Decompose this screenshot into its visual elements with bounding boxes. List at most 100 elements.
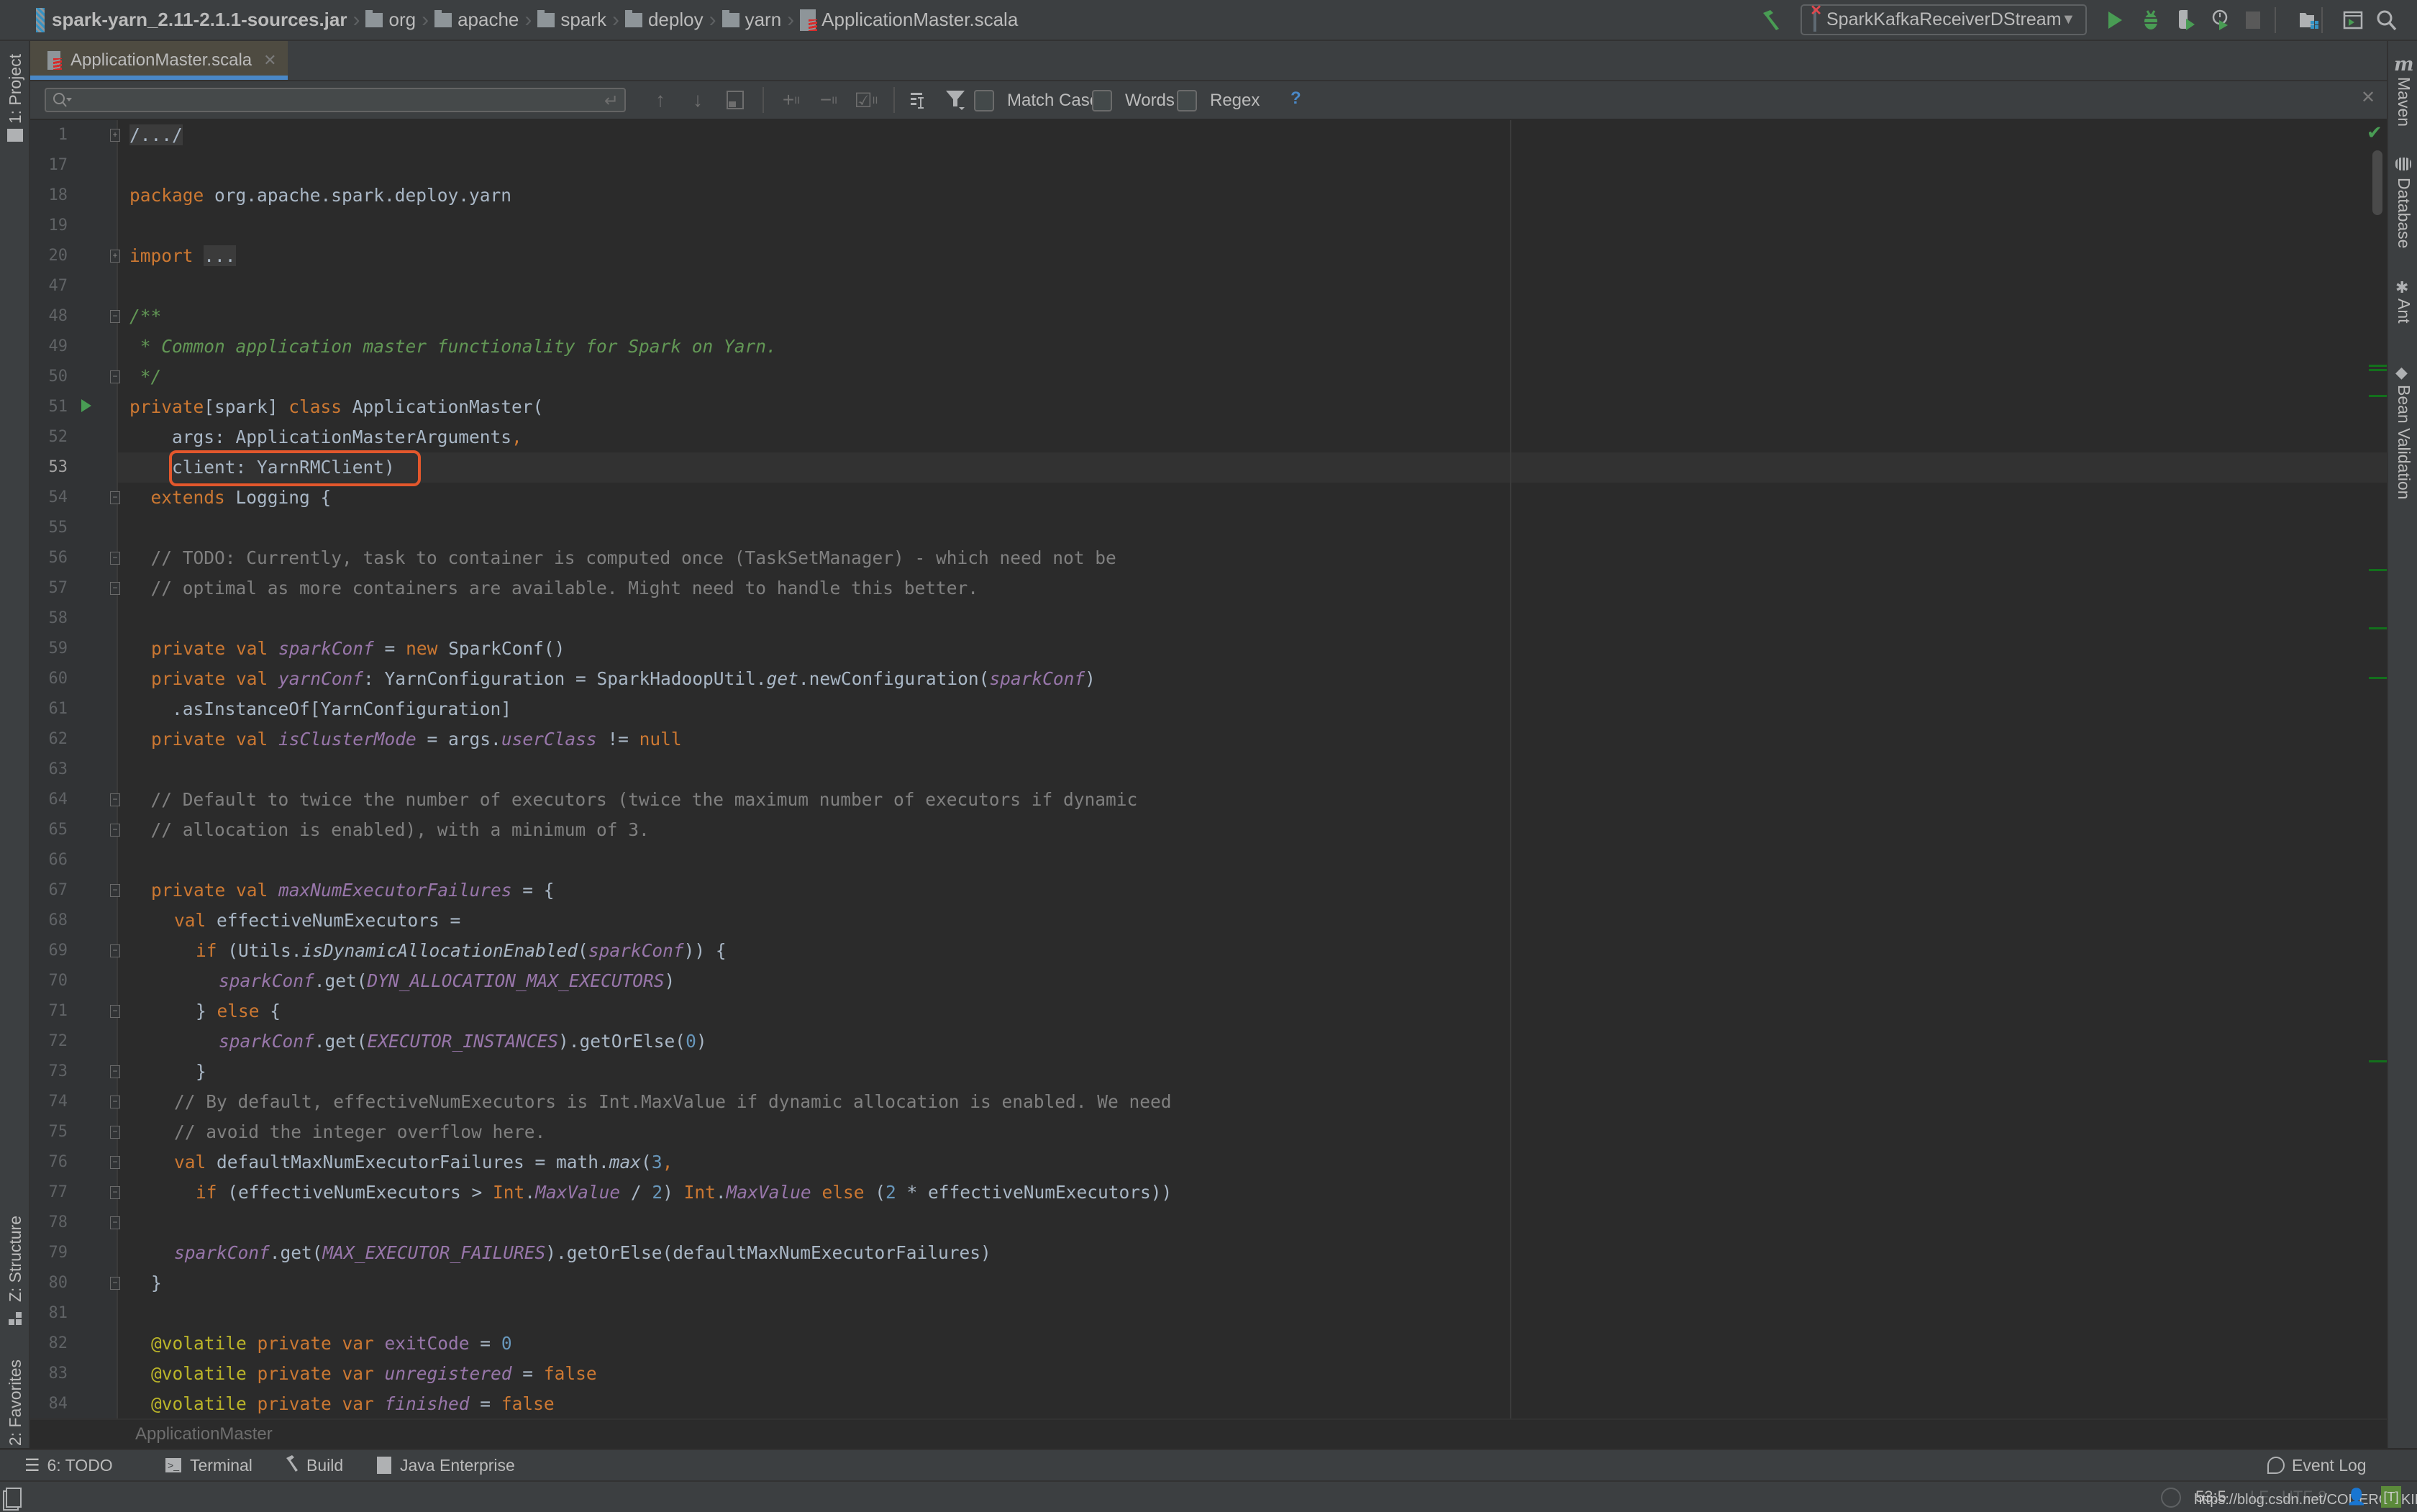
line-number[interactable]: 60 — [30, 670, 68, 688]
line-number[interactable]: 48 — [30, 307, 68, 325]
line-number[interactable]: 63 — [30, 760, 68, 778]
line-number[interactable]: 81 — [30, 1304, 68, 1322]
line-number[interactable]: 47 — [30, 277, 68, 295]
java-enterprise-tool-button[interactable]: Java Enterprise — [377, 1453, 515, 1477]
breadcrumb-apache[interactable]: apache — [434, 9, 519, 31]
fold-collapse-icon[interactable]: − — [110, 310, 120, 323]
database-tool-button[interactable]: Database — [2394, 178, 2413, 248]
tab-application-master[interactable]: ApplicationMaster.scala ✕ — [30, 41, 288, 80]
next-occurrence-icon[interactable]: ↓ — [685, 88, 711, 111]
breadcrumb-deploy[interactable]: deploy — [624, 9, 704, 31]
code-editor[interactable]: 1 17 18 19 20 47 48 49 50 51 52 53 54 55 56 57 58 59 60 61 6… — [30, 120, 2387, 1418]
run-icon[interactable] — [2100, 6, 2129, 35]
todo-tool-button[interactable]: ☰ 6: TODO — [24, 1453, 113, 1477]
line-number[interactable]: 51 — [30, 398, 68, 416]
line-number[interactable]: 78 — [30, 1213, 68, 1231]
tool-windows-toggle-icon[interactable] — [6, 1488, 22, 1508]
line-number[interactable]: 64 — [30, 791, 68, 809]
line-number[interactable]: 82 — [30, 1334, 68, 1352]
coverage-icon[interactable] — [2172, 6, 2201, 35]
change-marker[interactable] — [2369, 1060, 2387, 1062]
checkbox-box[interactable] — [1092, 90, 1112, 111]
run-configuration-select[interactable]: ✕ SparkKafkaReceiverDStream ▼ — [1801, 3, 2087, 35]
line-number[interactable]: 1 — [30, 126, 68, 144]
build-tool-button[interactable]: Build — [285, 1453, 343, 1477]
run-class-icon[interactable] — [81, 399, 92, 416]
change-marker[interactable] — [2369, 395, 2387, 397]
line-number[interactable]: 56 — [30, 549, 68, 567]
vertical-scrollbar-thumb[interactable] — [2372, 150, 2382, 215]
memory-indicator-icon[interactable] — [2161, 1488, 2181, 1508]
line-number[interactable]: 62 — [30, 730, 68, 748]
fold-collapse-icon[interactable]: − — [110, 1065, 120, 1078]
terminal-tool-button[interactable]: >_ Terminal — [165, 1453, 252, 1477]
line-number[interactable]: 84 — [30, 1395, 68, 1413]
remove-occurrence-icon[interactable]: − II — [816, 88, 842, 111]
search-history-icon[interactable] — [52, 89, 73, 115]
filter-icon[interactable] — [942, 88, 968, 111]
line-number[interactable]: 67 — [30, 881, 68, 899]
line-number[interactable]: 61 — [30, 700, 68, 718]
line-number[interactable]: 72 — [30, 1032, 68, 1050]
profile-icon[interactable] — [2207, 6, 2236, 35]
line-number[interactable]: 65 — [30, 821, 68, 839]
line-number[interactable]: 66 — [30, 851, 68, 869]
fold-collapse-icon[interactable]: − — [110, 1277, 120, 1290]
breadcrumb-jar[interactable]: spark-yarn_2.11-2.1.1-sources.jar — [36, 7, 347, 32]
debug-icon[interactable] — [2136, 6, 2165, 35]
close-find-bar-icon[interactable]: ✕ — [2361, 87, 2375, 108]
line-number[interactable]: 80 — [30, 1274, 68, 1292]
fold-collapse-icon[interactable]: − — [110, 1005, 120, 1018]
breadcrumb-file[interactable]: ApplicationMaster.scala — [800, 9, 1018, 31]
line-number[interactable]: 18 — [30, 186, 68, 204]
new-line-icon[interactable]: ↵ — [604, 91, 619, 111]
fold-expand-icon[interactable]: + — [110, 250, 120, 263]
fold-collapse-icon[interactable]: − — [110, 552, 120, 565]
fold-collapse-icon[interactable]: − — [110, 1156, 120, 1169]
line-number[interactable]: 58 — [30, 609, 68, 627]
bean-validation-tool-button[interactable]: Bean Validation — [2394, 385, 2413, 499]
line-number[interactable]: 53 — [30, 458, 68, 476]
regex-checkbox[interactable]: Regex — [1177, 90, 1260, 111]
structure-breadcrumb[interactable]: ApplicationMaster — [135, 1424, 273, 1444]
search-input[interactable] — [78, 91, 584, 111]
regex-help-icon[interactable]: ? — [1291, 88, 1301, 109]
fold-collapse-icon[interactable]: − — [110, 1216, 120, 1229]
line-number[interactable]: 50 — [30, 368, 68, 386]
analysis-ok-checkmark-icon[interactable]: ✔ — [2367, 122, 2382, 144]
fold-collapse-icon[interactable]: − — [110, 1126, 120, 1139]
fold-expand-icon[interactable]: + — [110, 129, 120, 142]
fold-collapse-icon[interactable]: − — [110, 491, 120, 504]
line-number[interactable]: 69 — [30, 942, 68, 960]
project-tool-button[interactable]: 1: Project — [6, 54, 25, 124]
stop-icon[interactable] — [2239, 6, 2267, 35]
folded-header-comment[interactable]: /.../ — [129, 124, 183, 145]
breadcrumb-org[interactable]: org — [365, 9, 416, 31]
fold-collapse-icon[interactable]: − — [110, 824, 120, 837]
line-number[interactable]: 49 — [30, 337, 68, 355]
line-number[interactable]: 57 — [30, 579, 68, 597]
change-marker[interactable] — [2369, 365, 2387, 367]
breadcrumb-spark[interactable]: spark — [537, 9, 606, 31]
structure-tool-button[interactable]: Z: Structure — [6, 1216, 25, 1302]
fold-collapse-icon[interactable]: − — [110, 884, 120, 897]
line-number[interactable]: 68 — [30, 911, 68, 929]
line-number[interactable]: 19 — [30, 217, 68, 234]
select-all-checkbox-icon[interactable]: ☑ II — [853, 88, 879, 111]
line-number[interactable]: 55 — [30, 519, 68, 537]
line-number[interactable]: 73 — [30, 1062, 68, 1080]
change-marker[interactable] — [2369, 627, 2387, 629]
build-hammer-icon[interactable] — [1757, 6, 1785, 35]
change-marker[interactable] — [2369, 677, 2387, 679]
line-number[interactable]: 77 — [30, 1183, 68, 1201]
search-everywhere-icon[interactable] — [2372, 6, 2401, 35]
previous-occurrence-icon[interactable]: ↑ — [647, 88, 673, 111]
checkbox-box[interactable] — [1177, 90, 1197, 111]
line-number[interactable]: 74 — [30, 1093, 68, 1111]
favorites-tool-button[interactable]: 2: Favorites — [6, 1360, 25, 1446]
line-number[interactable]: 79 — [30, 1244, 68, 1262]
add-occurrence-icon[interactable]: + II — [778, 88, 804, 111]
line-number[interactable]: 17 — [30, 156, 68, 174]
fold-collapse-icon[interactable]: − — [110, 1186, 120, 1199]
checkbox-box[interactable] — [974, 90, 994, 111]
